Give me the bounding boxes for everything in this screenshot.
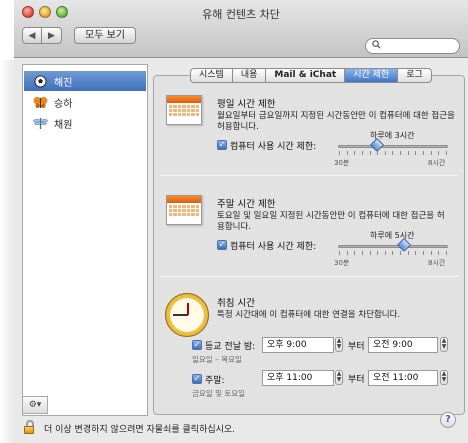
tab-logs[interactable]: 로그 [398,68,432,83]
school-nights-start-field[interactable]: 오후 9:00 [262,337,334,353]
tab-time-limits[interactable]: 시간 제한 [345,68,399,83]
weekend-description-line1: 토요일 및 일요일 지정된 시간동안만 이 컴퓨터에 대한 접근을 허 [217,211,445,221]
back-button[interactable]: ◀ [22,27,42,44]
sidebar-item-label: 채원 [54,119,73,131]
section-divider [160,276,458,277]
weekday-limit-checkbox[interactable]: ✓ [217,140,227,150]
weekday-description-line2: 허용합니다. [217,122,259,132]
school-nights-to-label: 부터 [348,342,365,352]
weekend-limit-label: 컴퓨터 사용 시간 제한: [230,242,317,252]
magnifier-icon [372,40,381,51]
weekend-title: 주말 시간 제한 [217,199,276,210]
school-nights-label: 등교 전날 밤: [205,342,256,352]
weekend-bedtime-start-field[interactable]: 오후 11:00 [262,370,334,386]
weekday-limit-label: 컴퓨터 사용 시간 제한: [230,142,317,152]
section-divider [160,175,458,176]
toolbar: 유해 컨텐츠 차단 ◀ ▶ 모두 보기 [14,0,468,58]
weekend-limit-checkbox[interactable]: ✓ [217,240,227,250]
school-nights-end-stepper[interactable]: ▲ ▼ [440,337,448,352]
dragonfly-icon [32,116,48,130]
school-nights-checkbox[interactable]: ✓ [192,340,202,350]
sidebar-item-label: 해진 [54,77,73,89]
tab-mail-ichat[interactable]: Mail & iChat [266,68,346,83]
nav-segment: ◀ ▶ [22,27,62,44]
bedtime-description: 특정 시간대에 이 컴퓨터에 대한 연결을 차단합니다. [217,310,401,320]
sidebar-item-user-2[interactable]: 승하 [24,92,146,112]
tab-content[interactable]: 내용 [232,68,267,83]
weekday-calendar-icon [166,95,202,125]
weekend-slider-min: 30분 [334,259,350,267]
clock-icon [165,293,209,337]
weekend-bedtime-start-stepper[interactable]: ▲ ▼ [335,370,343,385]
gear-action-button[interactable]: ⚙▾ [22,396,48,414]
weekday-slider-track[interactable] [338,145,448,148]
forward-arrow-icon: ▶ [48,30,55,41]
weekend-bedtime-label: 주말: [205,376,225,386]
user-list: 해진 승하 채원 [22,64,148,416]
weekday-slider-max: 8시간 [428,159,446,167]
soccer-ball-icon [32,74,48,88]
weekday-description: 월요일부터 금요일까지 지정된 시간동안만 이 컴퓨터에 대한 접근을 허용합니… [217,111,455,133]
back-arrow-icon: ◀ [28,30,36,41]
weekend-slider-ticks [339,251,447,255]
weekend-slider-caption: 하루에 5시간 [370,231,415,240]
school-nights-note: 일요일 – 목요일 [192,355,242,364]
sidebar-item-user-1[interactable]: 해진 [24,71,146,91]
window-title: 유해 컨텐츠 차단 [202,8,280,21]
weekend-calendar-icon [166,195,202,225]
weekend-bedtime-end-field[interactable]: 오전 11:00 [368,370,438,386]
school-nights-start-stepper[interactable]: ▲ ▼ [335,337,343,352]
tab-bar: 시스템 내용 Mail & iChat 시간 제한 로그 [190,68,432,83]
weekday-slider-ticks [339,151,447,155]
forward-button[interactable]: ▶ [42,27,62,44]
tab-system[interactable]: 시스템 [190,68,233,83]
weekend-bedtime-end-stepper[interactable]: ▲ ▼ [440,370,448,385]
lock-instruction: 더 이상 변경하지 않으려면 자물쇠를 클릭하십시오. [44,425,236,435]
weekday-description-line1: 월요일부터 금요일까지 지정된 시간동안만 이 컴퓨터에 대한 접근을 [217,111,455,121]
weekday-title: 평일 시간 제한 [217,99,276,110]
search-field[interactable] [365,38,460,54]
butterfly-icon [32,95,48,109]
help-button[interactable]: ? [440,412,456,428]
sidebar-item-label: 승하 [54,98,73,110]
weekend-bedtime-checkbox[interactable]: ✓ [192,374,202,384]
bedtime-title: 취침 시간 [217,298,255,309]
school-nights-end-field[interactable]: 오전 9:00 [368,337,438,353]
show-all-button[interactable]: 모두 보기 [74,27,136,44]
weekend-slider-max: 8시간 [428,259,446,267]
weekend-bedtime-note: 금요일 및 토요일 [192,389,246,398]
lock-icon[interactable] [22,420,36,434]
sidebar-item-user-3[interactable]: 채원 [24,113,146,133]
weekend-bedtime-to-label: 부터 [348,375,365,385]
weekend-slider-track[interactable] [338,245,448,248]
weekday-slider-min: 30분 [334,159,350,167]
